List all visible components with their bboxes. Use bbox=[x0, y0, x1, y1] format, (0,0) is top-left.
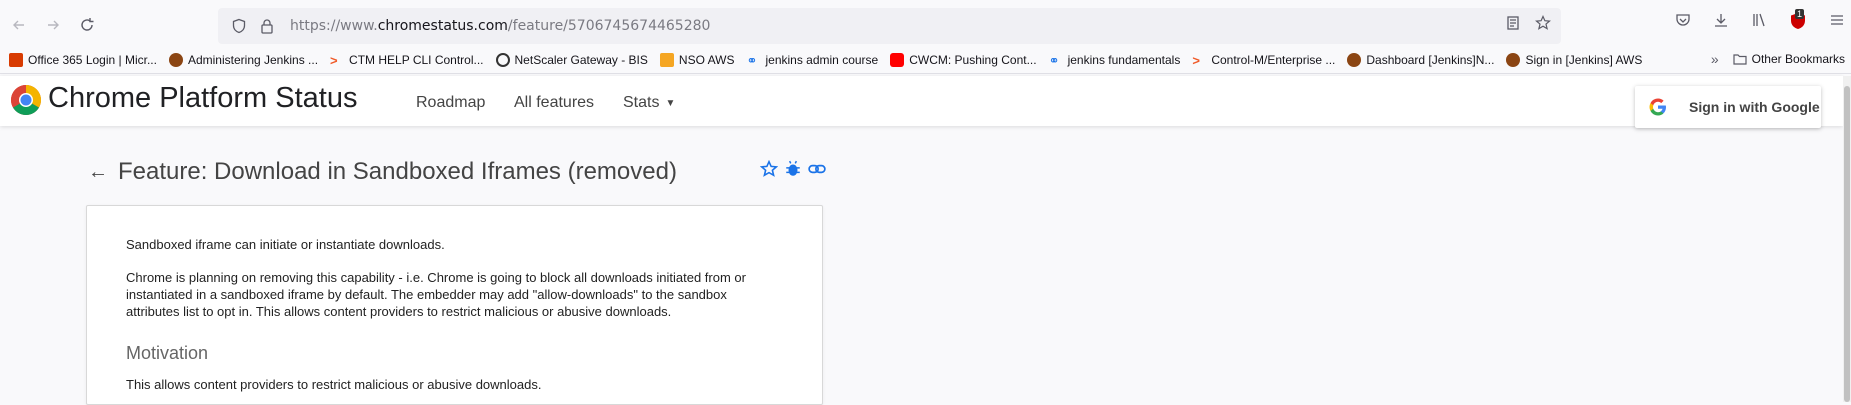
bookmark-label: NetScaler Gateway - BIS bbox=[514, 52, 648, 67]
google-g-icon bbox=[1649, 98, 1666, 116]
back-arrow-icon[interactable]: ← bbox=[88, 161, 108, 184]
bookmark-label: NSO AWS bbox=[678, 52, 735, 67]
youtube-icon bbox=[890, 52, 905, 67]
aws-icon bbox=[659, 52, 674, 67]
chevron-more-icon[interactable]: » bbox=[1711, 51, 1719, 67]
url-text[interactable]: https://www.chromestatus.com/feature/570… bbox=[290, 18, 710, 34]
forward-arrow-icon bbox=[48, 20, 59, 30]
bookmark-item[interactable]: > Control-M/Enterprise ... bbox=[1192, 52, 1336, 68]
jenkins-icon bbox=[168, 52, 183, 67]
bookmark-item[interactable]: NetScaler Gateway - BIS bbox=[495, 52, 648, 67]
bookmark-label: CWCM: Pushing Cont... bbox=[909, 52, 1037, 67]
feature-title: Feature: Download in Sandboxed Iframes (… bbox=[118, 158, 677, 185]
back-arrow-icon bbox=[13, 20, 24, 30]
bookmark-item[interactable]: Dashboard [Jenkins]N... bbox=[1347, 52, 1495, 67]
library-icon[interactable] bbox=[1751, 12, 1767, 35]
control-m-icon: > bbox=[1192, 52, 1200, 68]
sign-in-google-button[interactable]: Sign in with Google bbox=[1635, 86, 1821, 128]
netscaler-icon bbox=[495, 52, 510, 67]
forward-button[interactable] bbox=[36, 8, 70, 42]
folder-icon bbox=[1733, 54, 1747, 65]
reader-view-icon[interactable] bbox=[1505, 15, 1521, 36]
feature-description-line2: instantiated in a sandboxed iframe by de… bbox=[126, 287, 727, 302]
nav-all-features[interactable]: All features bbox=[514, 94, 594, 112]
link-icon: ⚭ bbox=[1048, 52, 1060, 68]
bookmark-item[interactable]: ⚭ jenkins admin course bbox=[746, 52, 879, 68]
feature-heading: ← Feature: Download in Sandboxed Iframes… bbox=[88, 158, 677, 186]
bookmarks-bar: Office 365 Login | Micr... Administering… bbox=[0, 46, 1851, 74]
nav-stats[interactable]: Stats ▼ bbox=[623, 94, 675, 112]
bookmark-label: Administering Jenkins ... bbox=[187, 52, 319, 67]
reload-icon bbox=[81, 18, 94, 31]
bookmark-item[interactable]: Office 365 Login | Micr... bbox=[9, 52, 157, 67]
bookmark-label: CTM HELP CLI Control... bbox=[349, 52, 484, 67]
link-icon: ⚭ bbox=[746, 52, 758, 68]
url-domain: chromestatus.com bbox=[377, 18, 508, 34]
toolbar-right: 1 bbox=[1675, 9, 1845, 35]
ublock-badge: 1 bbox=[1795, 9, 1805, 19]
bookmarks-right: » Other Bookmarks bbox=[1711, 51, 1845, 67]
bookmark-label: Sign in [Jenkins] AWS bbox=[1525, 52, 1643, 67]
feature-actions bbox=[759, 159, 826, 183]
downloads-icon[interactable] bbox=[1713, 12, 1729, 35]
other-bookmarks-folder[interactable]: Other Bookmarks bbox=[1733, 52, 1845, 66]
tracking-protection-icon[interactable] bbox=[228, 15, 250, 37]
site-title[interactable]: Chrome Platform Status bbox=[48, 82, 357, 115]
other-bookmarks-label: Other Bookmarks bbox=[1751, 52, 1845, 66]
feature-summary: Sandboxed iframe can initiate or instant… bbox=[126, 237, 445, 252]
motivation-text: This allows content providers to restric… bbox=[126, 377, 542, 392]
feature-card: Sandboxed iframe can initiate or instant… bbox=[86, 205, 823, 405]
link-icon[interactable] bbox=[808, 160, 826, 183]
bug-icon[interactable] bbox=[784, 160, 802, 183]
nav-roadmap[interactable]: Roadmap bbox=[416, 94, 485, 112]
browser-toolbar: https://www.chromestatus.com/feature/570… bbox=[0, 0, 1851, 44]
star-icon[interactable] bbox=[759, 159, 779, 183]
caret-down-icon: ▼ bbox=[665, 97, 676, 109]
bookmark-item[interactable]: CWCM: Pushing Cont... bbox=[890, 52, 1037, 67]
bookmark-label: Office 365 Login | Micr... bbox=[28, 52, 157, 67]
scrollbar-thumb[interactable] bbox=[1844, 86, 1850, 402]
bookmark-item[interactable]: ⚭ jenkins fundamentals bbox=[1048, 52, 1181, 68]
nav-stats-label: Stats bbox=[623, 94, 660, 111]
bookmark-label: Control-M/Enterprise ... bbox=[1211, 52, 1336, 67]
bookmark-label: Dashboard [Jenkins]N... bbox=[1366, 52, 1495, 67]
ublock-icon[interactable]: 1 bbox=[1789, 9, 1807, 35]
lock-icon[interactable] bbox=[256, 15, 278, 37]
control-m-icon: > bbox=[330, 52, 338, 68]
bookmark-label: jenkins fundamentals bbox=[1067, 52, 1181, 67]
bookmark-item[interactable]: NSO AWS bbox=[659, 52, 735, 67]
back-button[interactable] bbox=[2, 8, 36, 42]
bookmark-item[interactable]: Sign in [Jenkins] AWS bbox=[1506, 52, 1643, 67]
site-header: Chrome Platform Status Roadmap All featu… bbox=[0, 76, 1843, 128]
feature-description-line3: attributes list to opt in. This allows c… bbox=[126, 304, 672, 319]
url-path: /feature/5706745674465280 bbox=[507, 18, 711, 34]
jenkins-icon bbox=[1506, 52, 1521, 67]
pocket-icon[interactable] bbox=[1675, 12, 1691, 35]
bookmark-item[interactable]: > CTM HELP CLI Control... bbox=[330, 52, 484, 68]
sign-in-label: Sign in with Google bbox=[1689, 99, 1820, 115]
bookmark-star-icon[interactable] bbox=[1535, 15, 1551, 36]
bookmark-label: jenkins admin course bbox=[765, 52, 879, 67]
chrome-logo-icon[interactable] bbox=[10, 84, 42, 116]
jenkins-icon bbox=[1347, 52, 1362, 67]
feature-description-line1: Chrome is planning on removing this capa… bbox=[126, 270, 746, 285]
reload-button[interactable] bbox=[70, 8, 104, 42]
menu-icon[interactable] bbox=[1829, 12, 1845, 35]
url-bar[interactable]: https://www.chromestatus.com/feature/570… bbox=[218, 8, 1561, 44]
url-prefix: https://www. bbox=[290, 18, 378, 34]
motivation-heading: Motivation bbox=[126, 343, 209, 363]
bookmark-item[interactable]: Administering Jenkins ... bbox=[168, 52, 319, 67]
office-icon bbox=[9, 52, 23, 67]
